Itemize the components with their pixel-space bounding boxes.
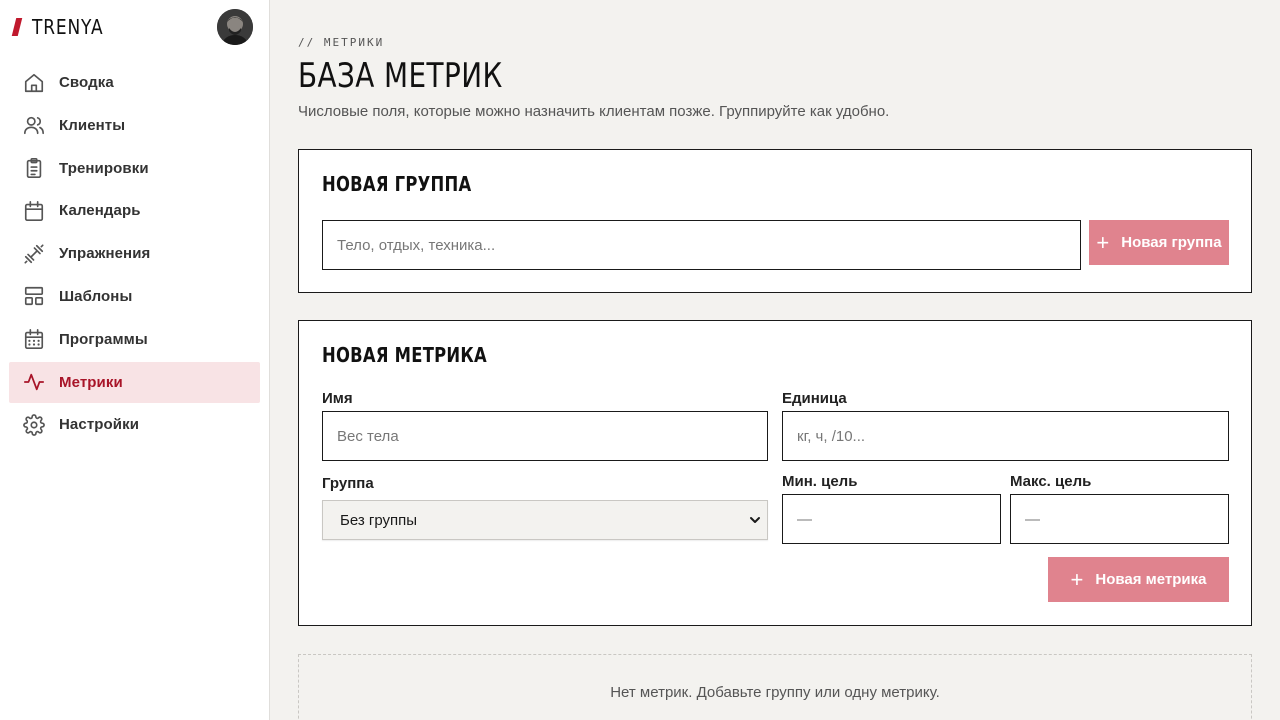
min-goal-label: Мин. цель <box>782 473 858 490</box>
page-subtitle: Числовые поля, которые можно назначить к… <box>298 103 890 120</box>
sidebar-item-label: Клиенты <box>59 116 126 134</box>
min-goal-input[interactable]: — <box>782 494 1001 544</box>
new-group-title: НОВАЯ ГРУППА <box>322 172 472 196</box>
layout-icon <box>23 285 45 307</box>
metric-name-input[interactable]: Вес тела <box>322 411 768 461</box>
sidebar-item-summary[interactable]: Сводка <box>9 62 260 103</box>
sidebar-item-label: Тренировки <box>59 159 149 177</box>
group-label: Группа <box>322 475 374 492</box>
page-title: БАЗА МЕТРИК <box>298 56 503 96</box>
add-group-button-label: Новая группа <box>1121 234 1222 251</box>
group-select-value: Без группы <box>340 511 418 529</box>
name-label: Имя <box>322 390 353 407</box>
activity-icon <box>23 371 45 393</box>
calendar-grid-icon <box>23 328 45 350</box>
sidebar-item-metrics[interactable]: Метрики <box>9 361 260 403</box>
max-goal-label: Макс. цель <box>1010 473 1092 490</box>
brand-mark-icon <box>11 18 23 36</box>
sidebar: TRENYA Сводка Клиенты Тренировки Календа… <box>0 0 270 720</box>
home-icon <box>23 72 45 94</box>
sidebar-item-label: Сводка <box>59 74 114 91</box>
clipboard-icon <box>23 157 45 179</box>
plus-icon: + <box>1096 229 1110 255</box>
sidebar-item-label: Календарь <box>59 202 141 220</box>
sidebar-item-calendar[interactable]: Календарь <box>9 190 260 231</box>
add-group-button[interactable]: + Новая группа <box>1089 220 1229 265</box>
brand-logo[interactable]: TRENYA <box>11 14 116 40</box>
sidebar-nav: Сводка Клиенты Тренировки Календарь Упра… <box>9 62 260 447</box>
unit-label: Единица <box>782 390 847 407</box>
breadcrumb: // МЕТРИКИ <box>298 36 385 49</box>
brand-name: TRENYA <box>32 15 104 39</box>
add-metric-button-label: Новая метрика <box>1095 571 1207 588</box>
sidebar-item-label: Шаблоны <box>59 287 133 305</box>
sidebar-item-label: Упражнения <box>59 245 151 263</box>
empty-state: Нет метрик. Добавьте группу или одну мет… <box>298 654 1252 720</box>
chevron-down-icon <box>749 513 761 531</box>
new-metric-card: НОВАЯ МЕТРИКА Имя Вес тела Единица кг, ч… <box>298 320 1252 626</box>
group-select[interactable]: Без группы <box>322 500 768 540</box>
max-goal-input[interactable]: — <box>1010 494 1229 544</box>
dumbbell-icon <box>23 243 45 265</box>
gear-icon <box>23 413 45 436</box>
metric-unit-input[interactable]: кг, ч, /10... <box>782 411 1229 461</box>
sidebar-item-exercises[interactable]: Упражнения <box>9 233 260 274</box>
sidebar-item-label: Настройки <box>59 416 140 434</box>
plus-icon: + <box>1070 566 1084 592</box>
group-name-input[interactable]: Тело, отдых, техника... <box>322 220 1081 270</box>
calendar-icon <box>23 200 45 222</box>
sidebar-item-settings[interactable]: Настройки <box>9 404 260 445</box>
add-metric-button[interactable]: + Новая метрика <box>1048 557 1229 602</box>
sidebar-item-programs[interactable]: Программы <box>9 319 260 360</box>
sidebar-item-label: Программы <box>59 330 148 348</box>
sidebar-item-templates[interactable]: Шаблоны <box>9 276 260 317</box>
new-metric-title: НОВАЯ МЕТРИКА <box>322 343 487 367</box>
sidebar-item-clients[interactable]: Клиенты <box>9 105 260 146</box>
sidebar-item-workouts[interactable]: Тренировки <box>9 148 260 189</box>
sidebar-item-label: Метрики <box>59 373 123 391</box>
avatar[interactable] <box>217 9 253 45</box>
users-icon <box>23 114 45 136</box>
new-group-card: НОВАЯ ГРУППА Тело, отдых, техника... + Н… <box>298 149 1252 293</box>
empty-state-text: Нет метрик. Добавьте группу или одну мет… <box>610 684 940 701</box>
